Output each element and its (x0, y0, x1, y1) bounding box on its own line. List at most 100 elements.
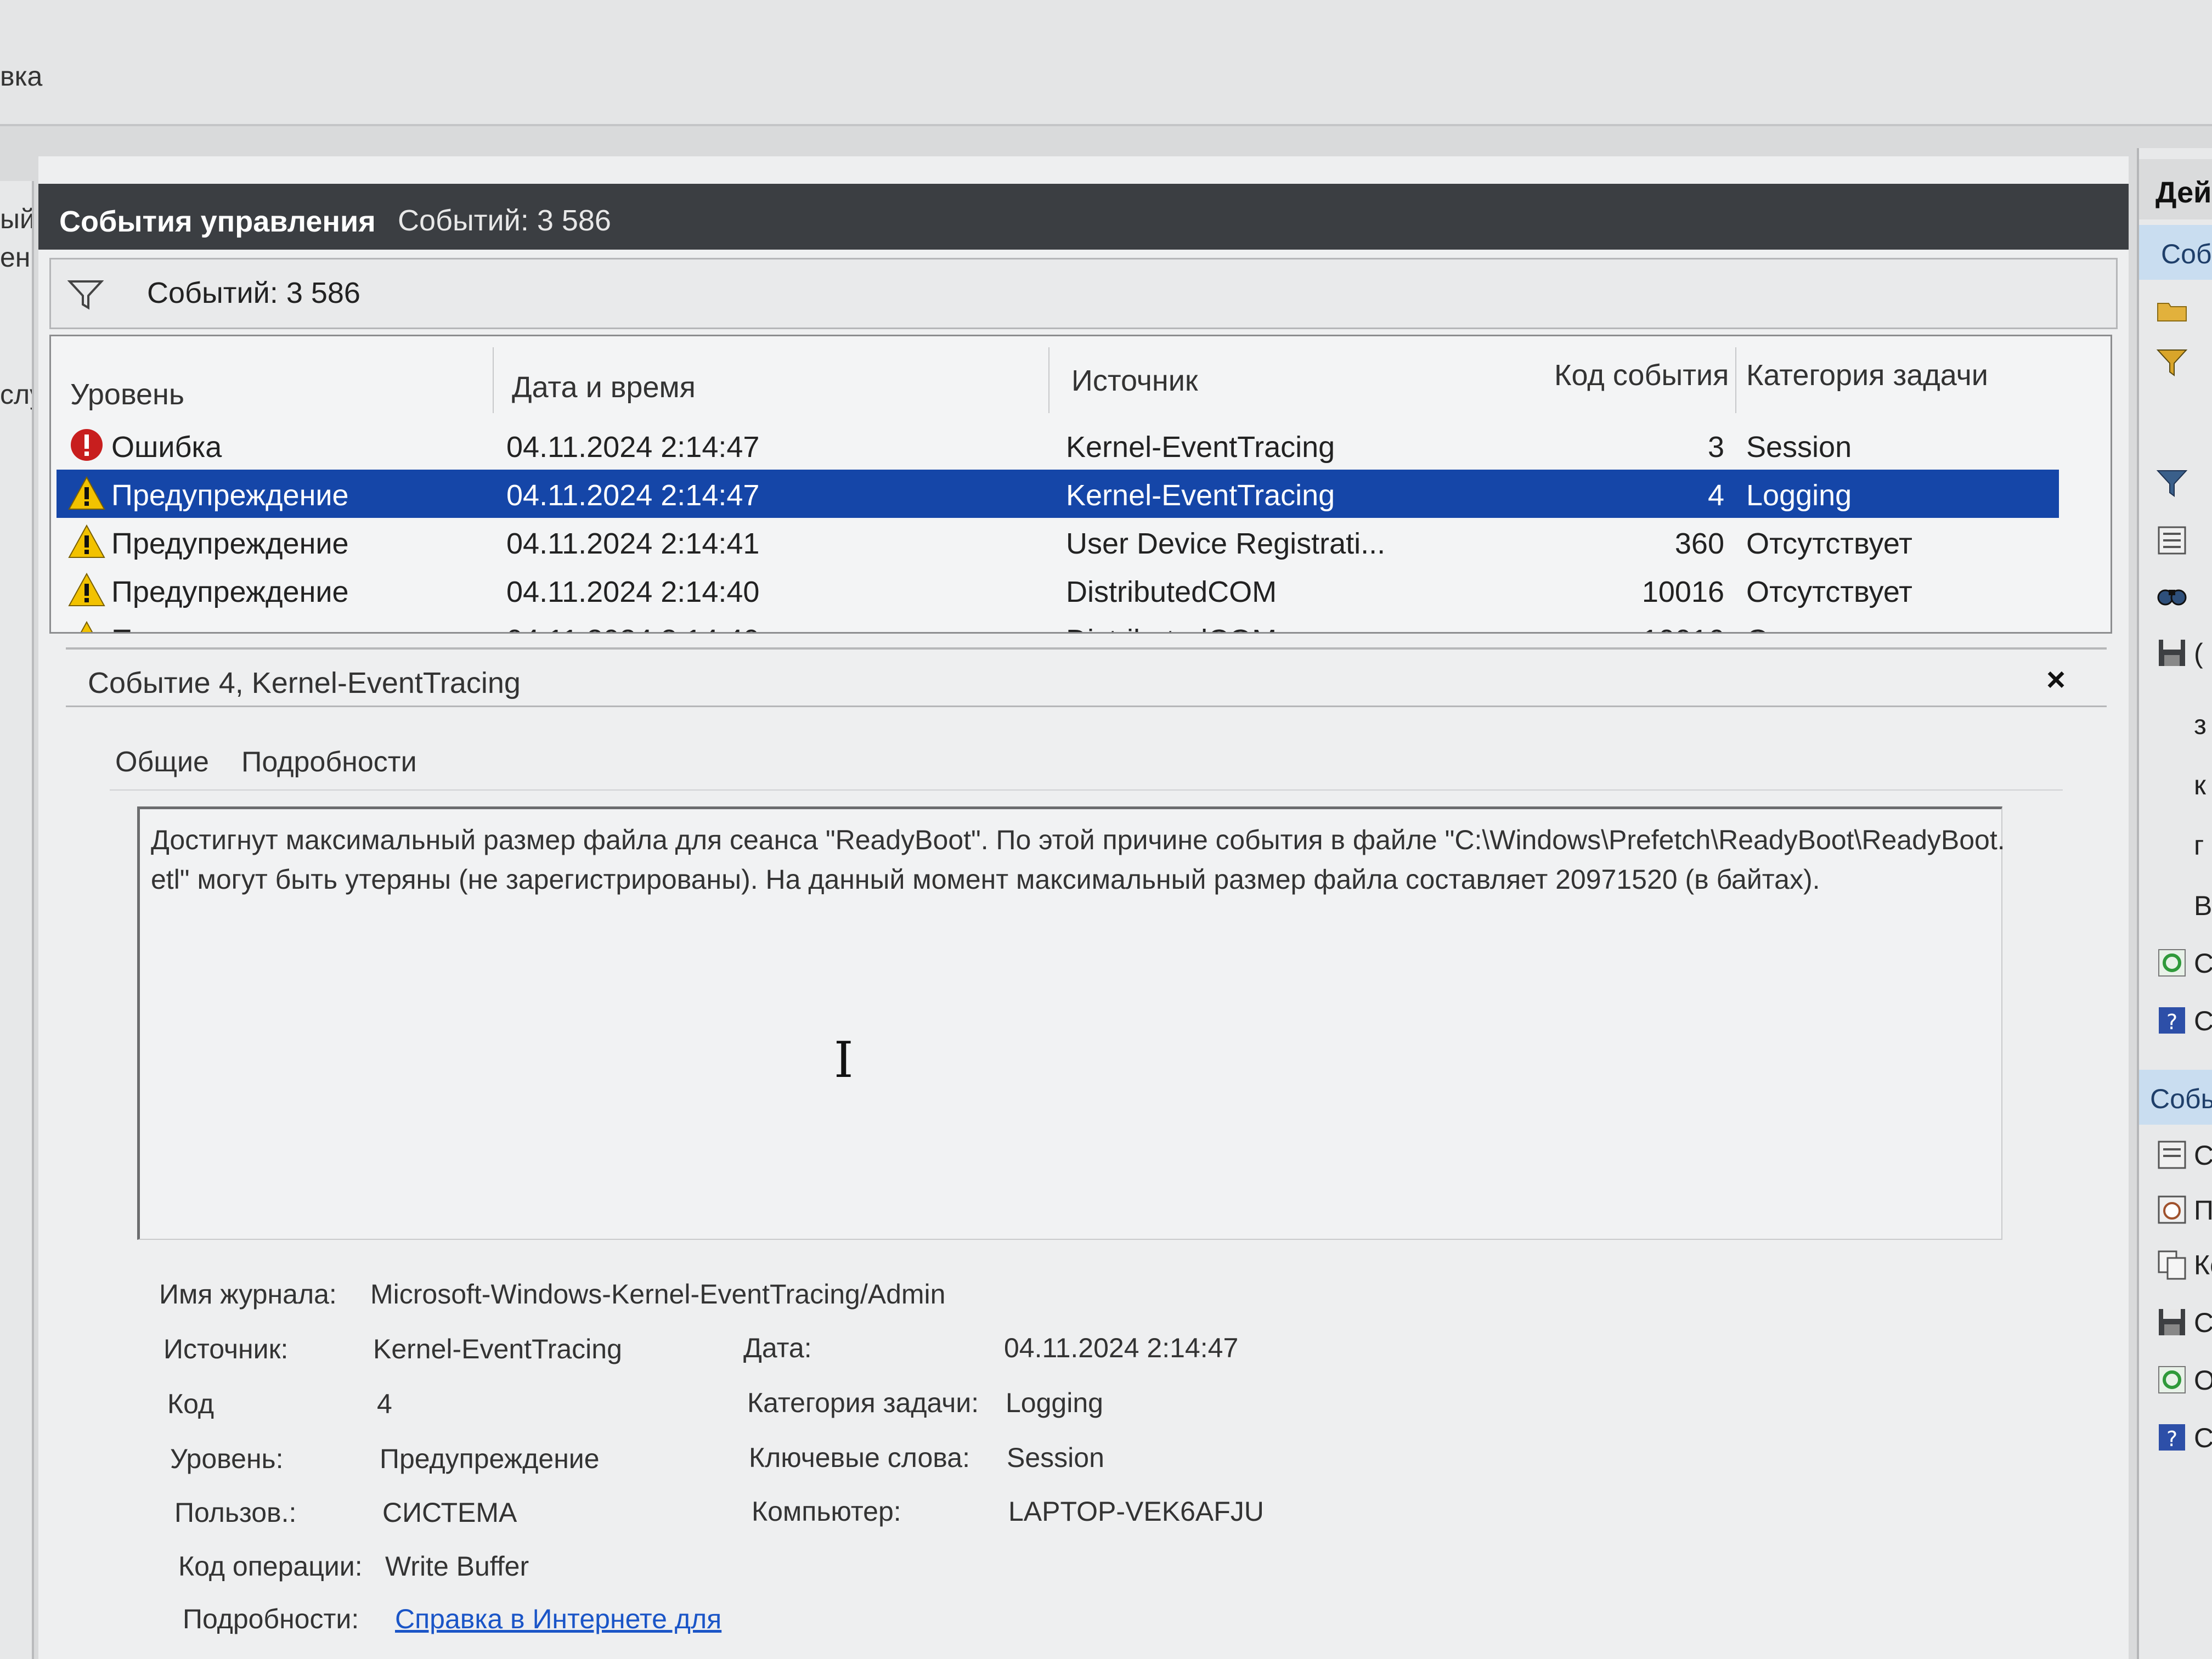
tab-general[interactable]: Общие (115, 746, 209, 778)
action-help[interactable]: ? Сп (2139, 1410, 2212, 1465)
action-save-events[interactable]: ( (2139, 625, 2212, 680)
tree-item-fragment[interactable]: ый (0, 203, 32, 235)
warning-icon (68, 572, 105, 606)
error-icon (71, 429, 103, 461)
clear-filter-icon (2156, 470, 2188, 497)
filter-icon (2156, 349, 2188, 376)
help-icon: ? (2159, 1424, 2185, 1451)
column-separator[interactable] (1048, 347, 1049, 413)
refresh-icon (2158, 1366, 2186, 1393)
cell-level: Предупреждение (111, 527, 349, 560)
actions-section-view[interactable]: Соб (2139, 225, 2212, 280)
action-find[interactable] (2139, 568, 2212, 623)
save-icon (2159, 1309, 2185, 1335)
cell-datetime: 04.11.2024 2:14:40 (506, 575, 760, 608)
event-description: Достигнут максимальный размер файла для … (151, 825, 2005, 895)
action-event-properties[interactable]: Св (2139, 1127, 2212, 1182)
text-cursor-icon: I (834, 1031, 854, 1089)
table-row[interactable]: Ошибка 04.11.2024 2:14:47 Kernel-EventTr… (57, 421, 2059, 470)
cell-level: Предупреждение (111, 479, 349, 512)
section-title: Соб (2161, 239, 2212, 269)
table-scrollbar-thumb[interactable] (2111, 375, 2112, 417)
warning-icon (68, 524, 105, 558)
action-open-saved-log[interactable] (2139, 283, 2212, 337)
actions-pane: Дей Соб ( з к г В С ? С Событ Св П (2137, 148, 2212, 1659)
properties-icon (2158, 526, 2186, 555)
column-header-level[interactable]: Уровень (70, 377, 184, 411)
action-help[interactable]: ? С (2139, 993, 2212, 1048)
action-item[interactable]: В (2139, 878, 2212, 933)
action-clear-filter[interactable] (2139, 455, 2212, 510)
menu-item-fragment[interactable]: вка (0, 60, 42, 92)
cell-level: Предупреждение (111, 575, 349, 608)
cell-event-code: 10016 (1582, 623, 1724, 632)
action-label: з (2194, 709, 2207, 740)
date-label: Дата: (743, 1333, 812, 1363)
action-label: Об (2194, 1364, 2212, 1396)
cell-level: Ошибка (111, 431, 222, 464)
action-label: С (2194, 948, 2212, 979)
event-properties-icon (2158, 1141, 2186, 1169)
computer-value: LAPTOP-VEK6AFJU (1008, 1496, 1264, 1527)
table-row[interactable]: Предупреждение 04.11.2024 2:14:41 User D… (57, 518, 2059, 566)
action-label: Со (2194, 1307, 2212, 1338)
cell-datetime: 04.11.2024 2:14:41 (506, 527, 760, 560)
cell-source: DistributedCOM (1066, 575, 1277, 608)
details-title: Событие 4, Kernel-EventTracing (88, 667, 521, 699)
action-refresh[interactable]: С (2139, 935, 2212, 990)
column-separator[interactable] (1735, 347, 1736, 413)
level-value: Предупреждение (380, 1443, 600, 1474)
event-code-label: Код (167, 1389, 215, 1419)
tree-item-fragment[interactable]: ен (0, 241, 30, 273)
user-label: Пользов.: (174, 1497, 297, 1528)
actions-section-event[interactable]: Событ (2139, 1070, 2212, 1125)
view-title: События управления (59, 205, 376, 238)
cell-event-code: 360 (1674, 527, 1724, 560)
column-header-datetime[interactable]: Дата и время (512, 370, 696, 404)
source-label: Источник: (163, 1334, 289, 1364)
actions-header: Дей (2139, 159, 2212, 219)
column-header-event-code[interactable]: Код события (1554, 358, 1729, 392)
menu-bar: вка (0, 0, 2212, 126)
save-icon (2159, 640, 2185, 666)
view-header: События управления Событий: 3 586 (38, 184, 2129, 250)
table-row[interactable]: Предупреждение 04.11.2024 2:14:40 Distri… (57, 614, 2059, 632)
user-value: СИСТЕМА (382, 1497, 517, 1528)
tree-item-fragment[interactable]: слу (0, 379, 32, 410)
action-save-selected[interactable]: Со (2139, 1295, 2212, 1350)
console-tree-pane: ый ен слу (0, 181, 34, 1659)
tab-details[interactable]: Подробности (241, 746, 417, 778)
filter-event-count: Событий: 3 586 (147, 276, 360, 309)
opcode-label: Код операции: (178, 1551, 363, 1582)
log-name-label: Имя журнала: (159, 1279, 337, 1310)
table-row[interactable]: Предупреждение 04.11.2024 2:14:40 Distri… (57, 566, 2059, 614)
action-refresh[interactable]: Об (2139, 1352, 2212, 1407)
cell-level: Предупреждение (111, 623, 349, 632)
filter-icon (67, 280, 104, 310)
action-attach-task[interactable]: Пр (2139, 1182, 2212, 1237)
cell-event-code: 3 (1707, 431, 1724, 464)
cell-task-category: Отсутствует (1746, 623, 1912, 632)
action-label: Сп (2194, 1423, 2212, 1453)
column-separator[interactable] (493, 347, 494, 413)
online-help-link[interactable]: Справка в Интернете для (395, 1603, 721, 1635)
action-item[interactable]: к (2139, 757, 2212, 812)
close-icon[interactable]: × (2046, 661, 2066, 698)
action-label: Ко (2194, 1250, 2212, 1280)
event-description-box[interactable]: Достигнут максимальный размер файла для … (137, 806, 2005, 1240)
action-item[interactable]: г (2139, 817, 2212, 872)
action-filter[interactable] (2139, 335, 2212, 390)
table-row-selected[interactable]: Предупреждение 04.11.2024 2:14:47 Kernel… (57, 470, 2059, 518)
action-item[interactable]: з (2139, 697, 2212, 752)
column-header-source[interactable]: Источник (1071, 364, 1198, 398)
column-header-task-category[interactable]: Категория задачи (1746, 358, 1988, 392)
action-label: Пр (2194, 1195, 2212, 1226)
warning-icon (68, 476, 105, 510)
details-title-bar: Событие 4, Kernel-EventTracing × (66, 650, 2107, 707)
action-copy[interactable]: Ко (2139, 1237, 2212, 1292)
event-code-value: 4 (377, 1389, 392, 1419)
event-count: Событий: 3 586 (398, 204, 611, 237)
more-info-label: Подробности: (183, 1604, 359, 1634)
open-folder-icon (2157, 303, 2187, 321)
action-properties[interactable] (2139, 513, 2212, 568)
